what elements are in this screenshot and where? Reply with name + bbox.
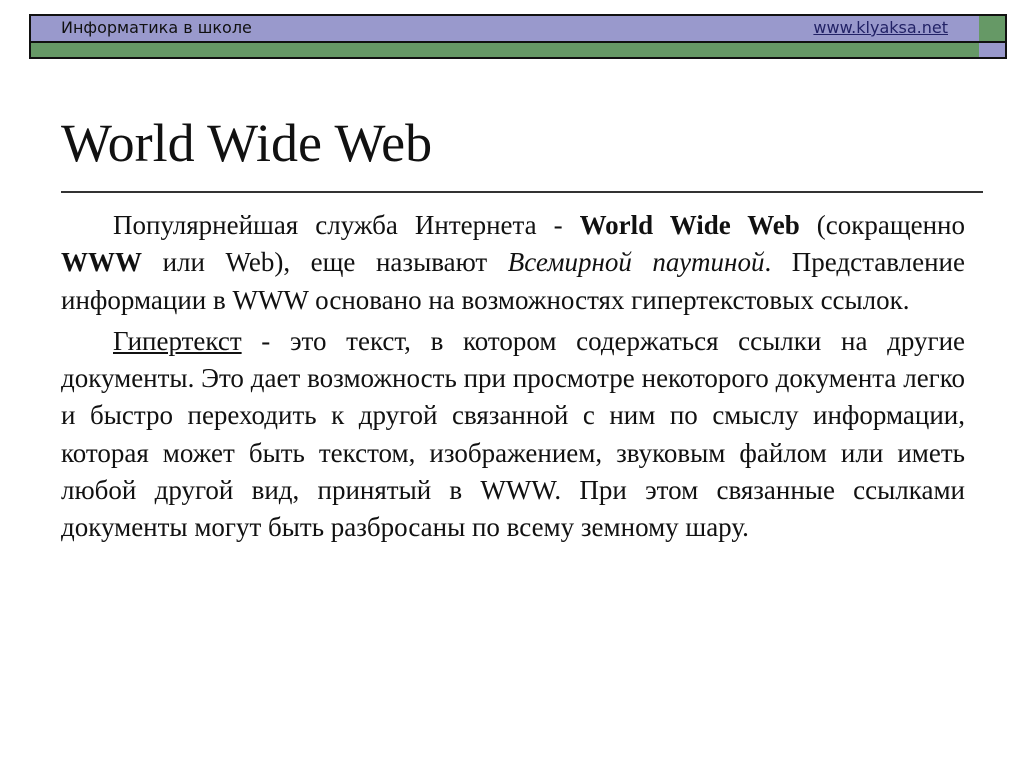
header-bottom-band: [31, 43, 980, 57]
header-title: Информатика в школе: [61, 18, 252, 37]
bold-term: World Wide Web: [579, 210, 800, 240]
slide-title: World Wide Web: [61, 113, 433, 173]
paragraph-1: Популярнейшая служба Интернета - World W…: [61, 207, 965, 319]
header-bar: Информатика в школе www.klyaksa.net: [29, 14, 982, 59]
header-corner-squares: [979, 14, 1007, 59]
bold-term: WWW: [61, 247, 142, 278]
hypertext-term: Гипертекст: [113, 325, 242, 356]
text: (сокращенно: [799, 210, 965, 240]
site-link[interactable]: www.klyaksa.net: [813, 18, 948, 37]
text: - это текст, в котором содержаться ссылк…: [61, 325, 965, 543]
text: или Web), еще называют: [142, 247, 508, 278]
italic-term: Всемирной паутиной: [507, 247, 765, 278]
slide-body: Популярнейшая служба Интернета - World W…: [61, 207, 965, 551]
text: Популярнейшая служба Интернета -: [113, 210, 580, 240]
header-top-band: Информатика в школе www.klyaksa.net: [31, 16, 980, 43]
title-divider: [61, 191, 983, 193]
paragraph-2: Гипертекст - это текст, в котором содерж…: [61, 323, 965, 547]
